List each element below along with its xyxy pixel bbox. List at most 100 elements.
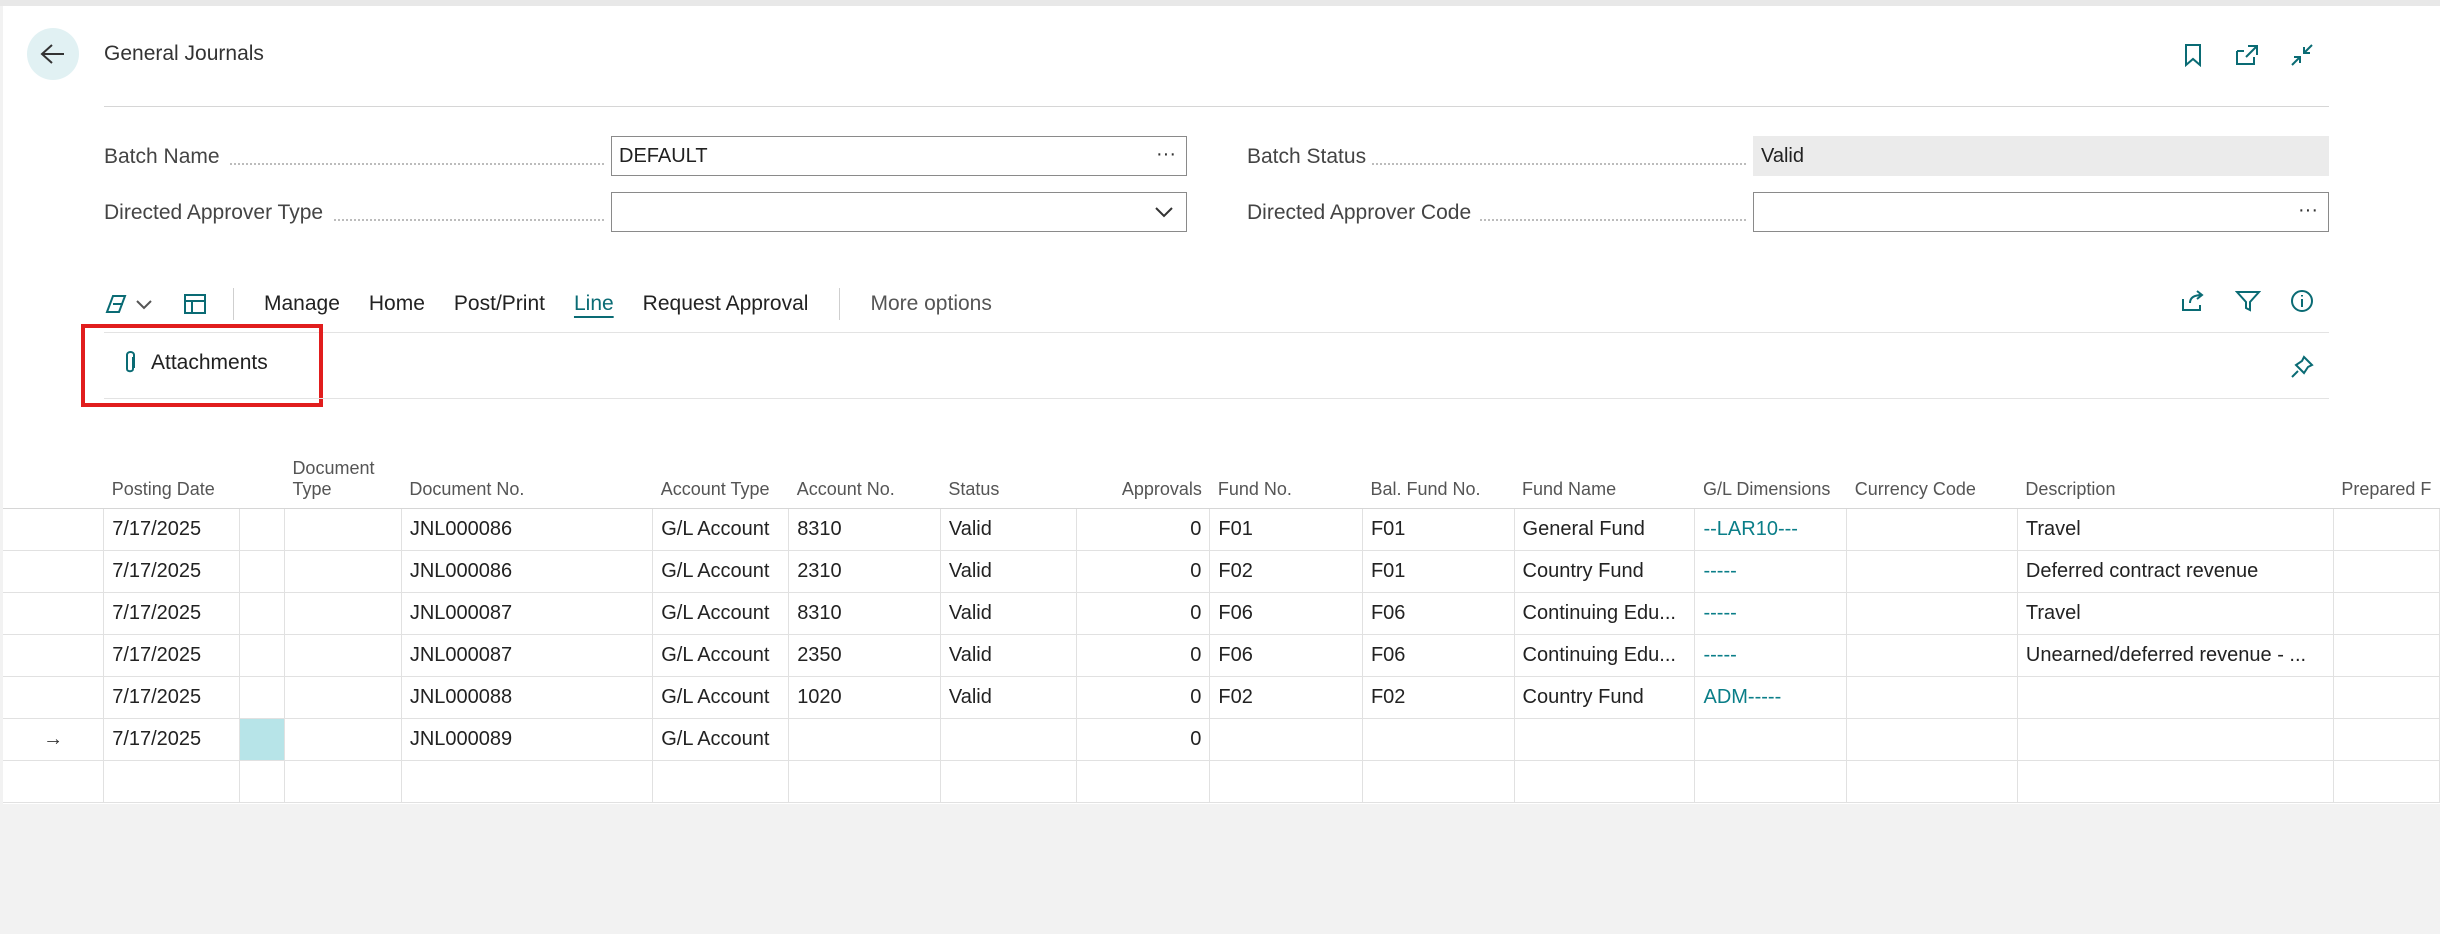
bal-fund-no-cell[interactable]: F02 — [1362, 676, 1515, 719]
document-no-cell[interactable] — [401, 760, 654, 803]
marker-cell[interactable] — [239, 718, 285, 761]
open-new-window-button[interactable] — [2230, 38, 2264, 72]
bal-fund-no-cell[interactable] — [1362, 760, 1515, 803]
action-post-print[interactable]: Post/Print — [454, 292, 545, 316]
fund-name-cell[interactable]: Country Fund — [1514, 676, 1696, 719]
fund-name-cell[interactable]: Continuing Edu... — [1514, 592, 1696, 635]
gl-dimensions-cell[interactable]: ----- — [1694, 550, 1848, 593]
account-no-cell[interactable]: 2310 — [788, 550, 941, 593]
table-row[interactable]: → 7/17/2025 JNL000089 G/L Account 0 — [3, 718, 2440, 761]
col-posting-date[interactable]: Posting Date — [103, 430, 240, 509]
fund-no-cell[interactable]: F02 — [1209, 550, 1363, 593]
account-type-cell[interactable]: G/L Account — [652, 508, 790, 551]
currency-code-cell[interactable] — [1846, 550, 2018, 593]
fund-no-cell[interactable]: F06 — [1209, 634, 1363, 677]
document-type-cell[interactable] — [284, 718, 402, 761]
document-type-cell[interactable] — [284, 634, 402, 677]
fund-name-cell[interactable] — [1514, 718, 1696, 761]
document-type-cell[interactable] — [284, 592, 402, 635]
posting-date-cell[interactable]: 7/17/2025 — [103, 550, 241, 593]
posting-date-cell[interactable]: 7/17/2025 — [103, 676, 241, 719]
col-fund-no[interactable]: Fund No. — [1209, 430, 1363, 509]
description-cell[interactable] — [2017, 676, 2334, 719]
action-manage[interactable]: Manage — [264, 292, 340, 316]
currency-code-cell[interactable] — [1846, 718, 2018, 761]
col-bal-fund-no[interactable]: Bal. Fund No. — [1362, 430, 1515, 509]
account-no-cell[interactable]: 8310 — [788, 592, 941, 635]
fund-name-cell[interactable]: Country Fund — [1514, 550, 1696, 593]
gl-dimensions-cell[interactable]: ----- — [1694, 634, 1848, 677]
gl-dimensions-cell[interactable]: ADM----- — [1694, 676, 1848, 719]
table-row[interactable] — [3, 760, 2440, 803]
table-row[interactable]: 7/17/2025 JNL000087 G/L Account 8310 Valid 0 F… — [3, 592, 2440, 635]
marker-cell[interactable] — [239, 592, 285, 635]
batch-name-lookup-button[interactable]: ··· — [1156, 143, 1176, 166]
gl-dimensions-cell[interactable] — [1694, 718, 1848, 761]
currency-code-cell[interactable] — [1846, 592, 2018, 635]
fund-no-cell[interactable]: F02 — [1209, 676, 1363, 719]
prepared-cell[interactable] — [2333, 508, 2440, 551]
bal-fund-no-cell[interactable]: F01 — [1362, 508, 1515, 551]
prepared-cell[interactable] — [2333, 592, 2440, 635]
document-no-cell[interactable]: JNL000086 — [401, 550, 654, 593]
table-row[interactable]: 7/17/2025 JNL000087 G/L Account 2350 Valid 0 F… — [3, 634, 2440, 677]
approvals-cell[interactable] — [1076, 760, 1211, 803]
fund-no-cell[interactable]: F06 — [1209, 592, 1363, 635]
table-row[interactable]: 7/17/2025 JNL000086 G/L Account 8310 Valid 0 F… — [3, 508, 2440, 551]
bal-fund-no-cell[interactable]: F06 — [1362, 592, 1515, 635]
col-account-type[interactable]: Account Type — [652, 430, 789, 509]
prepared-cell[interactable] — [2333, 718, 2440, 761]
action-home[interactable]: Home — [369, 292, 425, 316]
prepared-cell[interactable] — [2333, 760, 2440, 803]
posting-date-cell[interactable]: 7/17/2025 — [103, 508, 241, 551]
posting-date-cell[interactable]: 7/17/2025 — [103, 634, 241, 677]
marker-cell[interactable] — [239, 676, 285, 719]
document-no-cell[interactable]: JNL000087 — [401, 634, 654, 677]
document-type-cell[interactable] — [284, 760, 402, 803]
fund-name-cell[interactable] — [1514, 760, 1696, 803]
col-description[interactable]: Description — [2017, 430, 2334, 509]
table-row[interactable]: 7/17/2025 JNL000088 G/L Account 1020 Valid 0 F… — [3, 676, 2440, 719]
prepared-cell[interactable] — [2333, 634, 2440, 677]
copilot-button[interactable] — [103, 292, 153, 316]
marker-cell[interactable] — [239, 550, 285, 593]
status-cell[interactable]: Valid — [940, 550, 1077, 593]
account-type-cell[interactable]: G/L Account — [652, 676, 790, 719]
document-type-cell[interactable] — [284, 550, 402, 593]
bal-fund-no-cell[interactable] — [1362, 718, 1515, 761]
approvals-cell[interactable]: 0 — [1076, 676, 1211, 719]
currency-code-cell[interactable] — [1846, 676, 2018, 719]
approvals-cell[interactable]: 0 — [1076, 634, 1211, 677]
description-cell[interactable] — [2017, 718, 2334, 761]
col-approvals[interactable]: Approvals — [1076, 430, 1210, 509]
pin-button[interactable] — [2285, 350, 2319, 384]
more-options-button[interactable]: More options — [870, 292, 991, 316]
action-request-approval[interactable]: Request Approval — [643, 292, 809, 316]
filter-button[interactable] — [2231, 284, 2265, 318]
account-type-cell[interactable]: G/L Account — [652, 718, 790, 761]
posting-date-cell[interactable]: 7/17/2025 — [103, 718, 241, 761]
bal-fund-no-cell[interactable]: F01 — [1362, 550, 1515, 593]
status-cell[interactable]: Valid — [940, 634, 1077, 677]
description-cell[interactable] — [2017, 760, 2334, 803]
approvals-cell[interactable]: 0 — [1076, 718, 1211, 761]
approvals-cell[interactable]: 0 — [1076, 508, 1211, 551]
directed-approver-code-lookup-button[interactable]: ··· — [2298, 199, 2318, 222]
posting-date-cell[interactable] — [103, 760, 241, 803]
table-row[interactable]: 7/17/2025 JNL000086 G/L Account 2310 Valid 0 F… — [3, 550, 2440, 593]
share-button[interactable] — [2176, 284, 2210, 318]
account-type-cell[interactable] — [652, 760, 790, 803]
description-cell[interactable]: Travel — [2017, 592, 2334, 635]
bal-fund-no-cell[interactable]: F06 — [1362, 634, 1515, 677]
document-no-cell[interactable]: JNL000087 — [401, 592, 654, 635]
col-status[interactable]: Status — [940, 430, 1077, 509]
gl-dimensions-cell[interactable]: ----- — [1694, 592, 1848, 635]
info-button[interactable] — [2285, 284, 2319, 318]
status-cell[interactable]: Valid — [940, 508, 1077, 551]
col-document-type[interactable]: Document Type — [284, 430, 402, 509]
status-cell[interactable] — [940, 760, 1077, 803]
document-no-cell[interactable]: JNL000088 — [401, 676, 654, 719]
account-no-cell[interactable]: 2350 — [788, 634, 941, 677]
document-no-cell[interactable]: JNL000089 — [401, 718, 654, 761]
col-document-no[interactable]: Document No. — [401, 430, 653, 509]
